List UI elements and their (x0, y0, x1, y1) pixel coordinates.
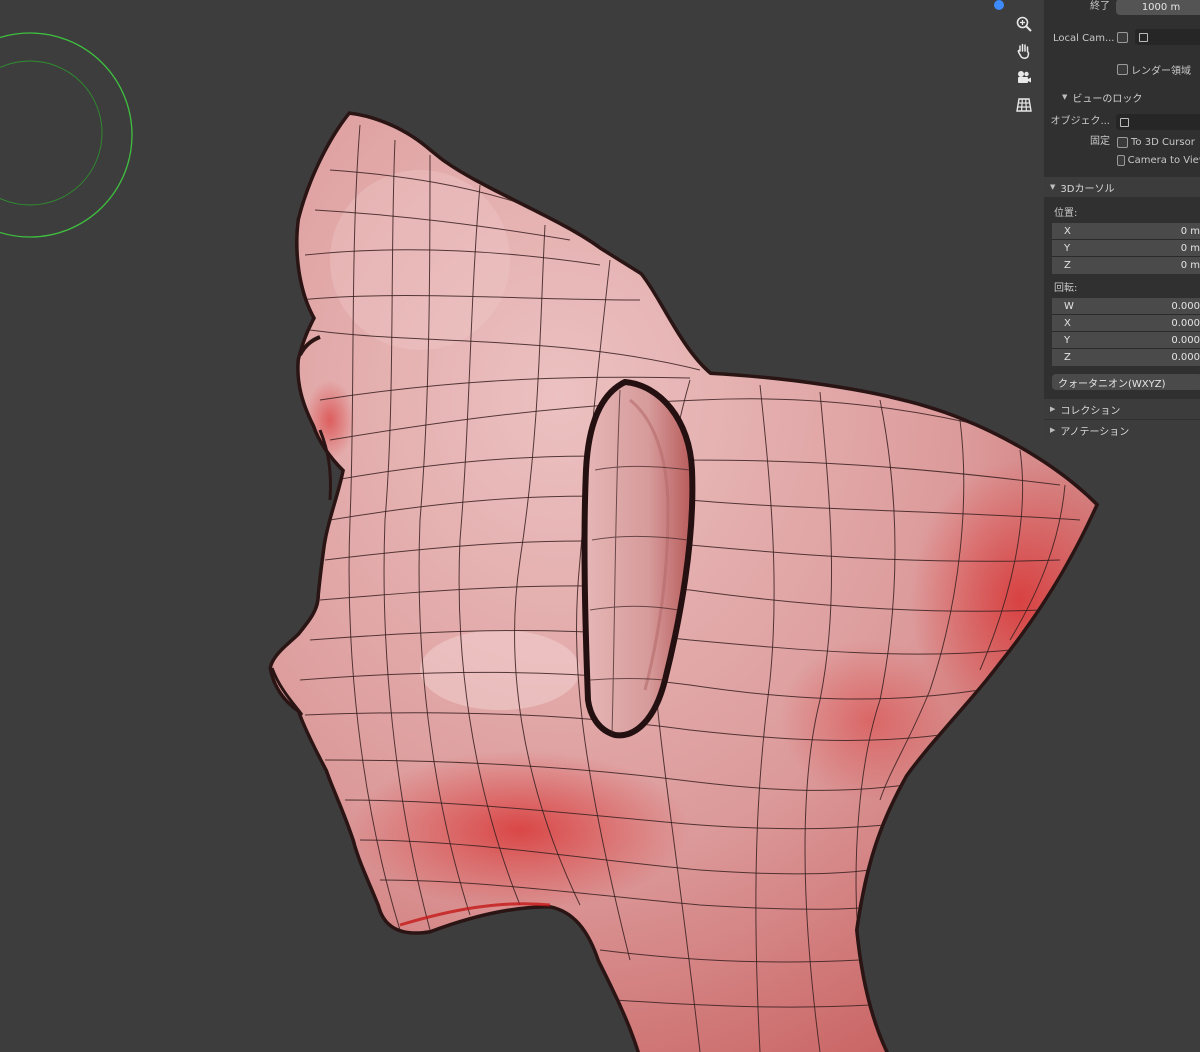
3d-viewport[interactable] (0, 0, 1200, 1052)
view-sidebar[interactable]: 終了 1000 m Local Cam... レンダー領域 ▼ ビューのロック … (1044, 0, 1200, 440)
local-camera-label: Local Cam... (1053, 32, 1115, 44)
light-inner-circle (0, 60, 103, 206)
location-x-field[interactable]: X 0 m (1052, 223, 1200, 240)
cursor-3d-panel-header[interactable]: ▼ 3Dカーソル (1044, 177, 1200, 197)
camera-to-view-row[interactable]: Camera to View (1117, 151, 1200, 169)
pan-button[interactable] (1012, 39, 1036, 63)
clip-end-field[interactable]: 1000 m (1116, 0, 1200, 15)
rotation-mode-dropdown[interactable]: クォータニオン(WXYZ) (1052, 374, 1200, 390)
grid-icon (1016, 98, 1032, 112)
location-z-field[interactable]: Z 0 m (1052, 257, 1200, 274)
axis-label: Z (1064, 352, 1071, 363)
head-mesh[interactable] (268, 111, 1130, 1052)
rotation-vector[interactable]: W 0.000 X 0.000 Y 0.000 Z 0.000 (1052, 298, 1200, 366)
lock-object-label: オブジェク... (1050, 116, 1110, 127)
location-label: 位置: (1054, 208, 1078, 219)
location-vector[interactable]: X 0 m Y 0 m Z 0 m (1052, 223, 1200, 274)
to-3d-cursor-label: To 3D Cursor (1131, 136, 1195, 148)
light-gizmo[interactable] (0, 32, 133, 238)
object-icon (1120, 117, 1129, 127)
rotation-w-field[interactable]: W 0.000 (1052, 298, 1200, 315)
collapsed-triangle-icon: ▶ (1050, 426, 1056, 434)
expand-triangle-icon: ▼ (1050, 183, 1056, 191)
clip-end-label: 終了 (1090, 1, 1110, 12)
camera-object-icon (1139, 32, 1148, 42)
view-lock-header[interactable]: ▼ ビューのロック (1062, 89, 1142, 105)
local-camera-checkbox[interactable] (1117, 32, 1128, 43)
axis-dot-blue[interactable] (994, 0, 1004, 10)
axis-label: X (1064, 225, 1071, 237)
zoom-icon (1016, 16, 1032, 32)
collapsed-triangle-icon: ▶ (1050, 405, 1056, 413)
axis-label: Y (1064, 242, 1071, 254)
camera-to-view-checkbox[interactable] (1117, 154, 1125, 166)
rotation-label: 回転: (1054, 283, 1078, 294)
ortho-toggle-button[interactable] (1012, 93, 1036, 117)
axis-value: 0 m (1180, 242, 1200, 254)
lock-object-field[interactable] (1116, 114, 1200, 130)
camera-icon (1018, 71, 1031, 83)
axis-value: 0 m (1180, 225, 1200, 237)
local-camera-object-field[interactable] (1135, 29, 1200, 45)
annotation-panel-header[interactable]: ▶ アノテーション (1044, 420, 1200, 440)
to-3d-cursor-checkbox[interactable] (1117, 136, 1128, 148)
axis-value: 0.000 (1171, 317, 1200, 329)
render-region-row[interactable]: レンダー領域 (1117, 60, 1200, 78)
axis-value: 0 m (1180, 260, 1200, 271)
view-lock-title: ビューのロック (1072, 93, 1143, 105)
location-y-field[interactable]: Y 0 m (1052, 240, 1200, 257)
rotation-x-field[interactable]: X 0.000 (1052, 315, 1200, 332)
axis-label: Z (1064, 260, 1071, 271)
rotation-z-field[interactable]: Z 0.000 (1052, 349, 1200, 366)
render-region-checkbox[interactable] (1117, 63, 1128, 75)
annotation-title: アノテーション (1060, 426, 1130, 438)
axis-value: 0.000 (1171, 300, 1200, 312)
camera-to-view-label: Camera to View (1127, 154, 1200, 166)
to-3d-cursor-row[interactable]: To 3D Cursor (1117, 133, 1200, 151)
axis-label: Y (1064, 334, 1071, 346)
light-outer-circle (0, 32, 133, 238)
camera-view-button[interactable] (1012, 66, 1036, 90)
zoom-button[interactable] (1012, 12, 1036, 36)
axis-label: X (1064, 317, 1071, 329)
expand-triangle-icon: ▼ (1062, 93, 1068, 101)
collection-panel-header[interactable]: ▶ コレクション (1044, 399, 1200, 419)
cursor-3d-title: 3Dカーソル (1060, 183, 1115, 195)
axis-value: 0.000 (1171, 334, 1200, 346)
lock-label: 固定 (1090, 136, 1110, 147)
collection-title: コレクション (1060, 405, 1121, 417)
render-region-label: レンダー領域 (1131, 65, 1191, 77)
viewport-canvas[interactable] (0, 0, 1200, 1052)
hand-pan-icon (1017, 43, 1030, 59)
axis-value: 0.000 (1171, 352, 1200, 363)
rotation-y-field[interactable]: Y 0.000 (1052, 332, 1200, 349)
axis-label: W (1064, 300, 1074, 312)
